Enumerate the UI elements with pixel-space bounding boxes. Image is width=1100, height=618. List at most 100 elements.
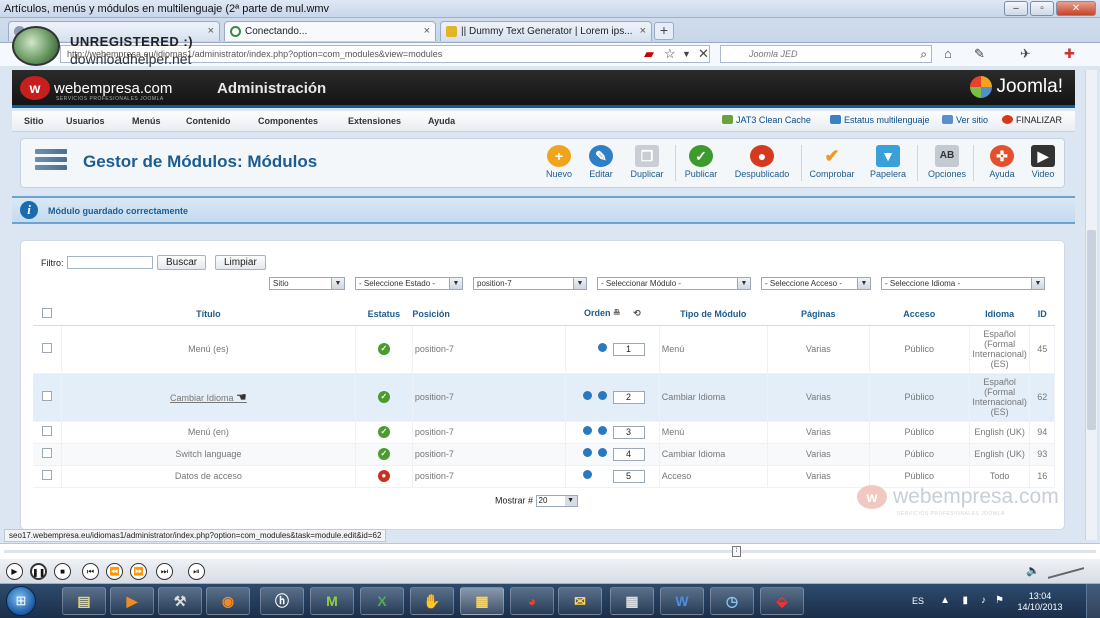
search-input[interactable]: Joomla JED ⌕ bbox=[720, 45, 932, 63]
home-icon[interactable]: ⌂ bbox=[944, 46, 952, 61]
logout-link[interactable]: FINALIZAR bbox=[1002, 115, 1062, 125]
bookmark-star-icon[interactable]: ☆ bbox=[664, 46, 676, 62]
search-icon[interactable]: ⌕ bbox=[920, 47, 927, 62]
menu-item-contenido[interactable]: Contenido bbox=[186, 116, 231, 126]
seek-handle[interactable]: ⁞ bbox=[732, 546, 741, 557]
move-down-icon[interactable] bbox=[598, 425, 608, 435]
language-indicator[interactable]: ES bbox=[912, 596, 924, 606]
select-all-checkbox[interactable] bbox=[42, 307, 53, 318]
tray-volume-icon[interactable]: ♪ bbox=[981, 595, 986, 606]
minimize-icon[interactable]: – bbox=[1004, 1, 1028, 16]
taskbar-excel-icon[interactable]: X bbox=[360, 587, 404, 615]
taskbar-notes-icon[interactable]: ✉ bbox=[558, 587, 602, 615]
unpublish-button[interactable]: ● Despublicado bbox=[731, 145, 793, 179]
header-position[interactable]: Posición bbox=[412, 303, 566, 326]
header-access[interactable]: Acceso bbox=[869, 303, 970, 326]
checkin-button[interactable]: ✔ Comprobar bbox=[804, 145, 860, 179]
taskbar-messenger-icon[interactable]: ◷ bbox=[710, 587, 754, 615]
order-input[interactable]: 4 bbox=[612, 447, 645, 461]
module-title-link[interactable]: Cambiar Idioma ☚ bbox=[61, 373, 356, 422]
move-down-icon[interactable] bbox=[598, 342, 608, 352]
menu-item-componentes[interactable]: Componentes bbox=[258, 116, 318, 126]
module-title-link[interactable]: Datos de acceso bbox=[61, 465, 356, 488]
move-up-icon[interactable] bbox=[583, 425, 593, 435]
taskbar-calculator-icon[interactable]: ▦ bbox=[610, 587, 654, 615]
menu-item-usuarios[interactable]: Usuarios bbox=[66, 116, 105, 126]
header-title[interactable]: Título bbox=[61, 303, 356, 326]
row-checkbox[interactable] bbox=[42, 343, 53, 353]
menu-item-extensiones[interactable]: Extensiones bbox=[348, 116, 401, 126]
taskbar-media-icon[interactable]: ▶ bbox=[110, 587, 154, 615]
options-button[interactable]: AB Opciones bbox=[919, 145, 975, 179]
rewind-icon[interactable]: ⏪ bbox=[106, 563, 123, 580]
module-title-link[interactable]: Switch language bbox=[61, 443, 356, 466]
row-checkbox[interactable] bbox=[42, 448, 53, 458]
clean-cache-link[interactable]: JAT3 Clean Cache bbox=[722, 115, 811, 125]
menu-item-sitio[interactable]: Sitio bbox=[24, 116, 44, 126]
filter-input[interactable] bbox=[67, 256, 153, 269]
speaker-icon[interactable]: 🔈 bbox=[1026, 564, 1040, 577]
stop-icon[interactable]: ■ bbox=[54, 563, 71, 580]
duplicate-button[interactable]: ❐ Duplicar bbox=[619, 145, 675, 179]
taskbar-firefox-icon[interactable]: ◉ bbox=[206, 587, 250, 615]
close-icon[interactable]: ✕ bbox=[1056, 1, 1096, 16]
published-icon[interactable]: ✓ bbox=[377, 391, 390, 403]
row-checkbox[interactable] bbox=[42, 470, 53, 480]
taskbar-movistar-icon[interactable]: M bbox=[310, 587, 354, 615]
volume-slider[interactable] bbox=[1048, 567, 1084, 579]
tab-close-icon[interactable]: × bbox=[640, 25, 646, 37]
tab-close-icon[interactable]: × bbox=[424, 25, 430, 37]
order-input[interactable]: 2 bbox=[612, 390, 645, 404]
limit-select[interactable]: 20 ▼ bbox=[535, 495, 578, 507]
move-down-icon[interactable] bbox=[598, 447, 608, 457]
previous-icon[interactable]: ⏮ bbox=[82, 563, 99, 580]
taskbar-hp-icon[interactable]: ⓗ bbox=[260, 587, 304, 615]
select-access[interactable]: - Seleccione Acceso - ▼ bbox=[761, 277, 871, 290]
row-checkbox[interactable] bbox=[42, 426, 53, 436]
new-tab-button[interactable]: + bbox=[654, 22, 674, 40]
header-type[interactable]: Tipo de Módulo bbox=[659, 303, 768, 326]
select-position[interactable]: position-7 ▼ bbox=[473, 277, 587, 290]
row-checkbox[interactable] bbox=[42, 391, 53, 401]
search-button[interactable]: Buscar bbox=[157, 255, 207, 270]
publish-button[interactable]: ✓ Publicar bbox=[673, 145, 729, 179]
taskbar-video-editor-icon[interactable]: ▦ bbox=[460, 587, 504, 615]
forward-icon[interactable]: ⏩ bbox=[130, 563, 147, 580]
menu-icon[interactable]: ✚ bbox=[1064, 46, 1075, 62]
order-input[interactable]: 3 bbox=[612, 425, 645, 439]
play-icon[interactable]: ▶ bbox=[6, 563, 23, 580]
tools-icon[interactable]: ✎ bbox=[974, 46, 985, 62]
order-input[interactable]: 5 bbox=[612, 469, 645, 483]
move-down-icon[interactable] bbox=[598, 390, 608, 400]
move-up-icon[interactable] bbox=[583, 447, 593, 457]
trash-button[interactable]: ▼ Papelera bbox=[860, 145, 916, 179]
order-input[interactable]: 1 bbox=[612, 342, 645, 356]
menu-item-ayuda[interactable]: Ayuda bbox=[428, 116, 455, 126]
menu-item-menus[interactable]: Menús bbox=[132, 116, 161, 126]
unpublished-icon[interactable]: ● bbox=[377, 470, 390, 482]
published-icon[interactable]: ✓ bbox=[377, 426, 390, 438]
taskbar-pdf-icon[interactable]: ⬙ bbox=[760, 587, 804, 615]
view-site-link[interactable]: Ver sitio bbox=[942, 115, 988, 125]
taskbar-app-icon[interactable]: ✋ bbox=[410, 587, 454, 615]
tray-expand-icon[interactable]: ▲ bbox=[940, 595, 950, 606]
taskbar-explorer-icon[interactable]: ▤ bbox=[62, 587, 106, 615]
next-icon[interactable]: ⏭ bbox=[156, 563, 173, 580]
select-language[interactable]: - Seleccione Idioma - ▼ bbox=[881, 277, 1045, 290]
sort-icon[interactable]: ≞ bbox=[613, 308, 621, 318]
dropdown-icon[interactable]: ▼ bbox=[682, 49, 691, 59]
stop-icon[interactable]: ✕ bbox=[698, 46, 709, 62]
show-desktop-button[interactable] bbox=[1086, 584, 1100, 618]
page-scrollbar[interactable] bbox=[1085, 70, 1097, 540]
header-pages[interactable]: Páginas bbox=[767, 303, 870, 326]
save-order-icon[interactable]: ⟲ bbox=[633, 308, 641, 318]
select-module[interactable]: - Seleccionar Módulo - ▼ bbox=[597, 277, 751, 290]
clear-button[interactable]: Limpiar bbox=[215, 255, 266, 270]
taskbar-word-icon[interactable]: W bbox=[660, 587, 704, 615]
addon-icon[interactable]: ✈ bbox=[1020, 46, 1031, 62]
header-status[interactable]: Estatus bbox=[355, 303, 413, 326]
move-up-icon[interactable] bbox=[583, 390, 593, 400]
tray-network-icon[interactable]: ▮ bbox=[962, 595, 968, 606]
seek-track[interactable] bbox=[4, 550, 1096, 553]
header-language[interactable]: Idioma bbox=[969, 303, 1030, 326]
